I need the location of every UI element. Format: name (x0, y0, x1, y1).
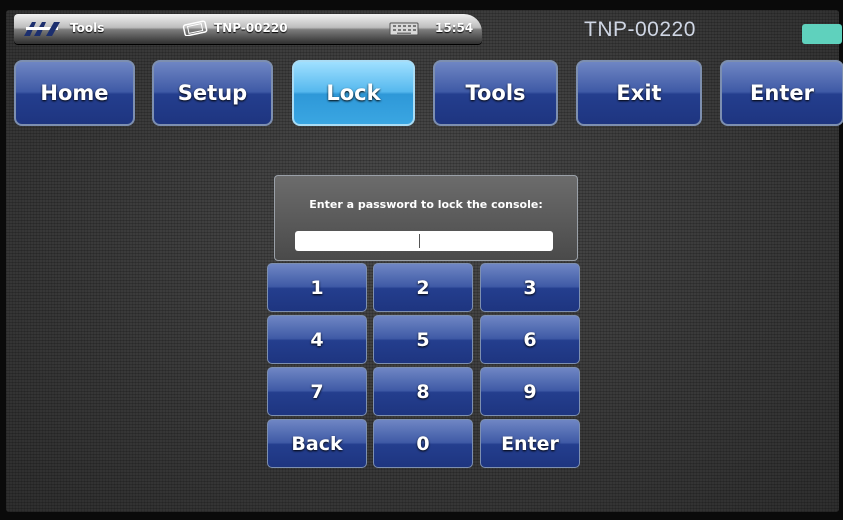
status-time: 15:54 (435, 21, 474, 35)
keypad-key-4[interactable]: 4 (267, 315, 367, 364)
lock-prompt-label: Enter a password to lock the console: (309, 198, 543, 211)
keypad-enter-button[interactable]: Enter (480, 419, 580, 468)
lock-button[interactable]: Lock (292, 60, 415, 126)
status-device-name: TNP-00220 (214, 21, 288, 35)
keypad-key-3[interactable]: 3 (480, 263, 580, 312)
keyboard-icon[interactable] (389, 22, 419, 36)
page-title: TNP-00220 (584, 18, 696, 41)
text-cursor (419, 234, 420, 248)
password-field[interactable] (295, 231, 553, 251)
keypad-key-1[interactable]: 1 (267, 263, 367, 312)
setup-button[interactable]: Setup (152, 60, 273, 126)
enter-nav-button[interactable]: Enter (720, 60, 843, 126)
keypad-key-2[interactable]: 2 (373, 263, 473, 312)
touch-panel-screen: Tools TNP-00220 15:54 TNP-00220 Home Set… (6, 10, 843, 512)
keypad-back-button[interactable]: Back (267, 419, 367, 468)
keypad-key-8[interactable]: 8 (373, 367, 473, 416)
status-bar: Tools TNP-00220 15:54 (14, 14, 482, 44)
keypad-key-6[interactable]: 6 (480, 315, 580, 364)
keypad-key-9[interactable]: 9 (480, 367, 580, 416)
home-button[interactable]: Home (14, 60, 135, 126)
status-indicator (802, 24, 842, 44)
keypad-key-5[interactable]: 5 (373, 315, 473, 364)
exit-button[interactable]: Exit (576, 60, 702, 126)
amx-logo-icon (24, 22, 60, 36)
tools-button[interactable]: Tools (433, 60, 558, 126)
keypad-key-7[interactable]: 7 (267, 367, 367, 416)
keypad-key-0[interactable]: 0 (373, 419, 473, 468)
touch-panel-icon (182, 20, 208, 36)
status-app-name: Tools (70, 21, 105, 35)
lock-password-panel: Enter a password to lock the console: (274, 175, 578, 261)
